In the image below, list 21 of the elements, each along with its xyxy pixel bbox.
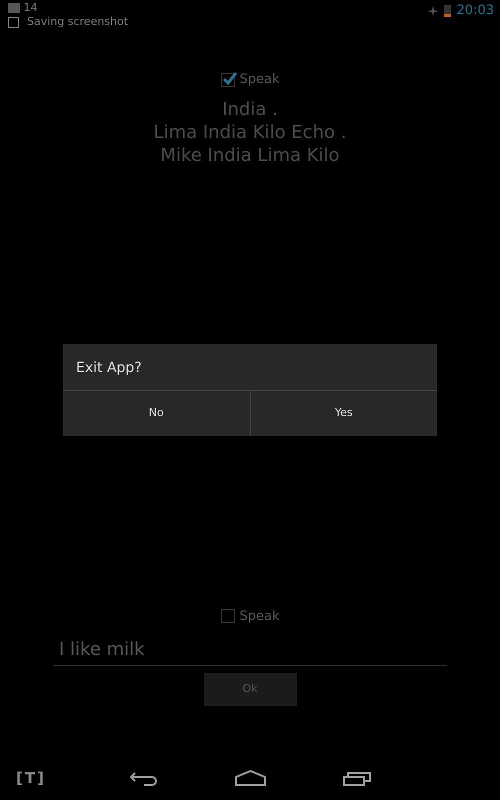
dialog-button[interactable]: Yes <box>250 391 437 436</box>
speak-label: Speak <box>240 71 280 89</box>
spoken-text-line: India . <box>221 98 279 120</box>
speak-checkbox[interactable] <box>220 609 234 624</box>
home-icon[interactable] <box>235 770 266 786</box>
notification-count: 14 <box>24 1 38 14</box>
airplane-icon <box>428 6 438 16</box>
back-icon[interactable] <box>130 770 158 786</box>
gallery-icon <box>8 2 20 13</box>
recent-apps-icon[interactable] <box>343 770 371 786</box>
ime-indicator: [T] <box>16 768 46 789</box>
dialog-title: Exit App? <box>76 360 142 376</box>
checkbox-icon <box>8 16 19 28</box>
speak-checkbox[interactable] <box>220 72 234 87</box>
spoken-text-line: Mike India Lima Kilo <box>159 144 341 166</box>
speak-label: Speak <box>240 608 280 626</box>
clock: 20:03 <box>456 2 494 20</box>
dialog-button[interactable]: No <box>63 391 250 436</box>
battery-icon <box>444 4 451 17</box>
notification-text: Saving screenshot <box>27 15 128 29</box>
spoken-text-line: Lima India Kilo Echo . <box>152 120 348 144</box>
